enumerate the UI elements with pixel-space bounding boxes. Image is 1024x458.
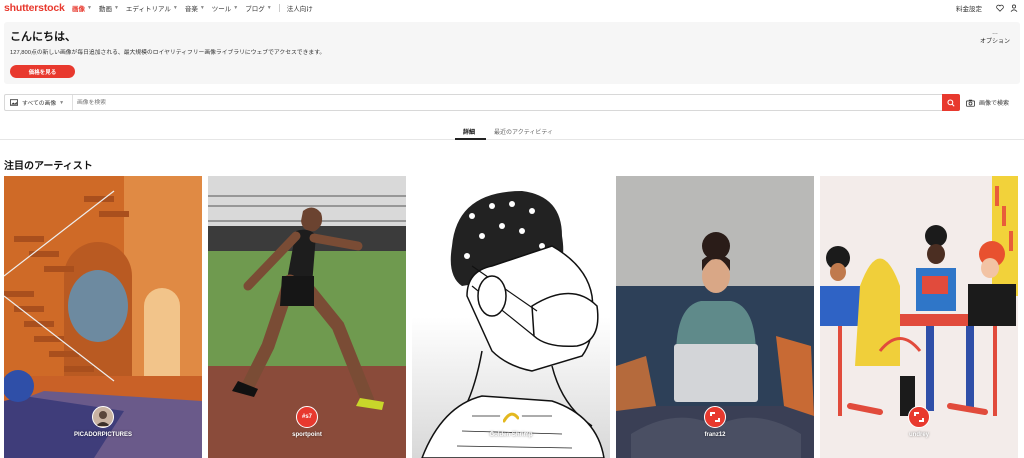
- greeting-heading: こんにちは、: [10, 31, 76, 43]
- nav-item-images[interactable]: 画像 ▼: [72, 3, 92, 13]
- artist-card-picadorpictures[interactable]: PICADORPICTURES: [4, 176, 202, 458]
- artist-name: franz12: [704, 432, 726, 438]
- artist-avatar: [500, 406, 522, 428]
- search-by-image-button[interactable]: 画像で検索: [966, 94, 1020, 111]
- welcome-banner: こんにちは、 127,800点の新しい画像が毎日追加される、最大規模のロイヤリテ…: [4, 22, 1020, 84]
- nav-label: 画像: [72, 6, 85, 13]
- main-nav: 画像 ▼ 動画 ▼ エディトリアル ▼ 音楽 ▼ ツール ▼ ブログ ▼ 法人向け: [72, 3, 320, 13]
- artist-avatar: #s7: [296, 406, 318, 428]
- artist-avatar: [92, 406, 114, 428]
- active-tab-indicator: [455, 138, 486, 140]
- chevron-down-icon: ▼: [266, 5, 272, 11]
- options-label: オプション: [979, 39, 1010, 45]
- shutterstock-logo[interactable]: shutterstock: [4, 2, 65, 14]
- search-icon: [947, 98, 955, 107]
- nav-item-editorial[interactable]: エディトリアル ▼: [126, 3, 178, 13]
- nav-label: ブログ: [245, 6, 265, 13]
- search-bar: すべての画像 ▼: [4, 94, 960, 111]
- options-menu[interactable]: … オプション: [980, 30, 1010, 45]
- chevron-down-icon: ▼: [233, 5, 239, 11]
- heart-icon[interactable]: [996, 4, 1004, 12]
- artist-name: sportpoint: [292, 432, 322, 438]
- shutterstock-logo-icon: [710, 412, 720, 422]
- chevron-down-icon: ▼: [199, 5, 205, 11]
- pricing-link[interactable]: 料金設定: [956, 3, 982, 13]
- portrait-avatar-icon: [93, 407, 113, 427]
- artist-card-undrey[interactable]: undrey: [820, 176, 1018, 458]
- nav-label: 音楽: [184, 6, 198, 13]
- search-button[interactable]: [942, 94, 960, 111]
- banner-subtitle: 127,800点の新しい画像が毎日追加される、最大規模のロイヤリティフリー画像ラ…: [10, 50, 326, 56]
- artist-card-golden-shrimp[interactable]: Golden Shrimp: [412, 176, 610, 458]
- nav-item-music[interactable]: 音楽 ▼: [185, 3, 205, 13]
- image-type-dropdown[interactable]: すべての画像 ▼: [5, 95, 73, 110]
- user-icon[interactable]: [1010, 4, 1018, 12]
- chevron-down-icon: ▼: [113, 5, 119, 11]
- account-area: 料金設定: [956, 3, 1018, 13]
- search-by-image-label: 画像で検索: [979, 101, 1010, 107]
- nav-label: エディトリアル: [125, 6, 171, 13]
- nav-label: 動画: [98, 6, 112, 13]
- artist-card-franz12[interactable]: franz12: [616, 176, 814, 458]
- shutterstock-logo-icon: [914, 412, 924, 422]
- nav-item-tools[interactable]: ツール ▼: [212, 3, 238, 13]
- nav-divider: [278, 4, 280, 12]
- chevron-down-icon: ▼: [59, 99, 65, 106]
- camera-icon: [966, 99, 975, 107]
- nav-item-enterprise[interactable]: 法人向け: [287, 3, 313, 13]
- artist-card-sportpoint[interactable]: #s7 sportpoint: [208, 176, 406, 458]
- top-navigation: shutterstock 画像 ▼ 動画 ▼ エディトリアル ▼ 音楽 ▼ ツール ▼ ブ…: [0, 0, 1024, 16]
- artist-avatar: [704, 406, 726, 428]
- nav-item-video[interactable]: 動画 ▼: [99, 3, 119, 13]
- tab-details[interactable]: 詳細: [463, 127, 475, 136]
- view-pricing-button[interactable]: 価格を見る: [10, 65, 75, 78]
- image-type-label: すべての画像: [22, 101, 57, 107]
- artist-name: undrey: [908, 432, 929, 438]
- shrimp-logo-icon: [503, 412, 519, 423]
- artist-avatar: [908, 406, 930, 428]
- chevron-down-icon: ▼: [172, 5, 178, 11]
- content-tabs: 詳細 最近のアクティビティ: [0, 122, 1024, 140]
- chevron-down-icon: ▼: [87, 5, 92, 11]
- tab-recent-activity[interactable]: 最近のアクティビティ: [494, 127, 553, 136]
- artist-name: PICADORPICTURES: [73, 432, 132, 438]
- nav-item-blog[interactable]: ブログ ▼: [245, 3, 271, 13]
- featured-artists-heading: 注目のアーティスト: [4, 161, 93, 172]
- featured-artists-grid: PICADORPICTURES #s7 sportpoint Golden Sh…: [4, 176, 1020, 458]
- image-icon: [10, 99, 18, 106]
- nav-label: ツール: [211, 6, 232, 13]
- search-input[interactable]: [77, 97, 937, 108]
- artist-name: Golden Shrimp: [489, 432, 533, 438]
